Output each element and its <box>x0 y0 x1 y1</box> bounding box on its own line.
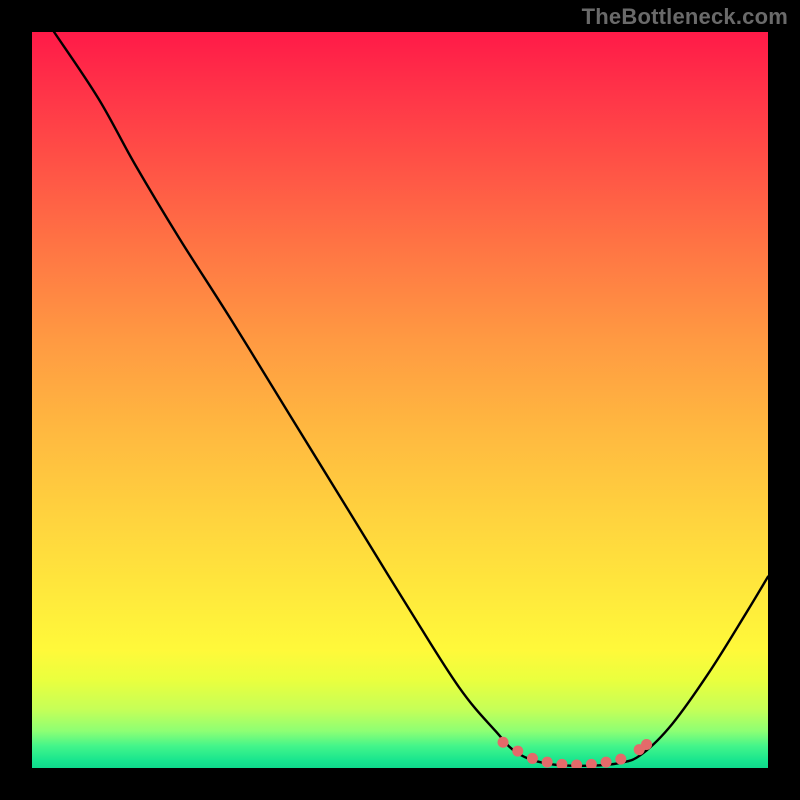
optimal-range-markers <box>498 737 653 768</box>
marker-dot <box>512 746 523 757</box>
curve-layer <box>32 32 768 768</box>
marker-dot <box>601 757 612 768</box>
marker-dot <box>498 737 509 748</box>
marker-dot <box>641 739 652 750</box>
marker-dot <box>542 757 553 768</box>
marker-dot <box>556 759 567 768</box>
marker-dot <box>586 759 597 768</box>
chart-stage: TheBottleneck.com <box>0 0 800 800</box>
attribution-label: TheBottleneck.com <box>582 4 788 30</box>
marker-dot <box>615 754 626 765</box>
marker-dot <box>571 760 582 768</box>
plot-area <box>32 32 768 768</box>
bottleneck-curve <box>54 32 768 766</box>
marker-dot <box>527 753 538 764</box>
